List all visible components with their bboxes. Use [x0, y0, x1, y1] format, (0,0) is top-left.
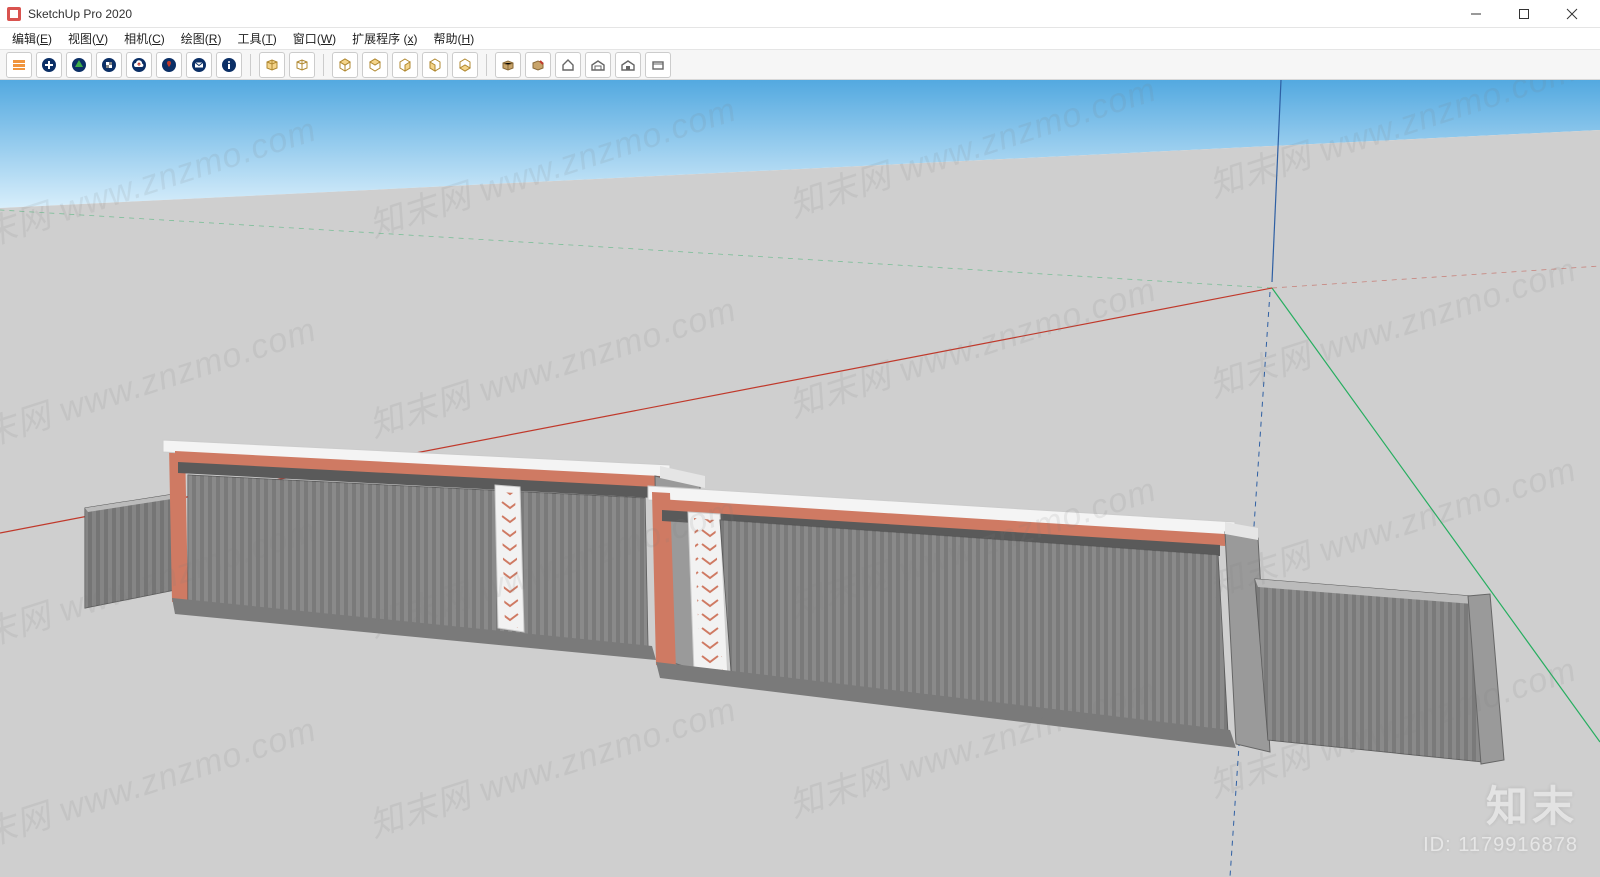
- fence-segment-far-right[interactable]: [1255, 579, 1504, 764]
- add-icon[interactable]: [36, 52, 62, 78]
- menu-camera[interactable]: 相机(C): [116, 28, 173, 49]
- warehouse-alt-icon[interactable]: [615, 52, 641, 78]
- cloud-upload-icon[interactable]: [126, 52, 152, 78]
- back-view-icon[interactable]: [452, 52, 478, 78]
- warehouse-icon[interactable]: [585, 52, 611, 78]
- materials-icon[interactable]: [96, 52, 122, 78]
- right-view-icon[interactable]: [422, 52, 448, 78]
- component-edit-icon[interactable]: [525, 52, 551, 78]
- toolbar-separator: [486, 54, 487, 76]
- box-icon[interactable]: [645, 52, 671, 78]
- face-back-icon[interactable]: [289, 52, 315, 78]
- menu-extensions[interactable]: 扩展程序 (x): [344, 28, 425, 49]
- mail-icon[interactable]: [186, 52, 212, 78]
- minimize-button[interactable]: [1454, 0, 1498, 28]
- maximize-button[interactable]: [1502, 0, 1546, 28]
- viewport[interactable]: 知末网 www.znzmo.com 知末网 www.znzmo.com 知末网 …: [0, 80, 1600, 877]
- scene-canvas[interactable]: [0, 80, 1600, 877]
- top-view-icon[interactable]: [362, 52, 388, 78]
- face-front-icon[interactable]: [259, 52, 285, 78]
- close-button[interactable]: [1550, 0, 1594, 28]
- components-icon[interactable]: [495, 52, 521, 78]
- toolbar-separator: [323, 54, 324, 76]
- fence-segment-far-left[interactable]: [85, 494, 178, 608]
- pin-icon[interactable]: [156, 52, 182, 78]
- menu-window[interactable]: 窗口(W): [285, 28, 344, 49]
- menu-view[interactable]: 视图(V): [60, 28, 116, 49]
- layers-icon[interactable]: [6, 52, 32, 78]
- menu-tools[interactable]: 工具(T): [229, 28, 284, 49]
- toolbar-separator: [250, 54, 251, 76]
- toolbar: [0, 50, 1600, 80]
- app-icon: [6, 6, 22, 22]
- window-title: SketchUp Pro 2020: [28, 7, 1454, 21]
- menubar: 编辑(E) 视图(V) 相机(C) 绘图(R) 工具(T) 窗口(W) 扩展程序…: [0, 28, 1600, 50]
- window-controls: [1454, 0, 1594, 28]
- menu-edit[interactable]: 编辑(E): [4, 28, 60, 49]
- front-view-icon[interactable]: [392, 52, 418, 78]
- menu-help[interactable]: 帮助(H): [426, 28, 483, 49]
- menu-draw[interactable]: 绘图(R): [173, 28, 230, 49]
- home-icon[interactable]: [555, 52, 581, 78]
- tree-icon[interactable]: [66, 52, 92, 78]
- info-icon[interactable]: [216, 52, 242, 78]
- iso-view-icon[interactable]: [332, 52, 358, 78]
- titlebar: SketchUp Pro 2020: [0, 0, 1600, 28]
